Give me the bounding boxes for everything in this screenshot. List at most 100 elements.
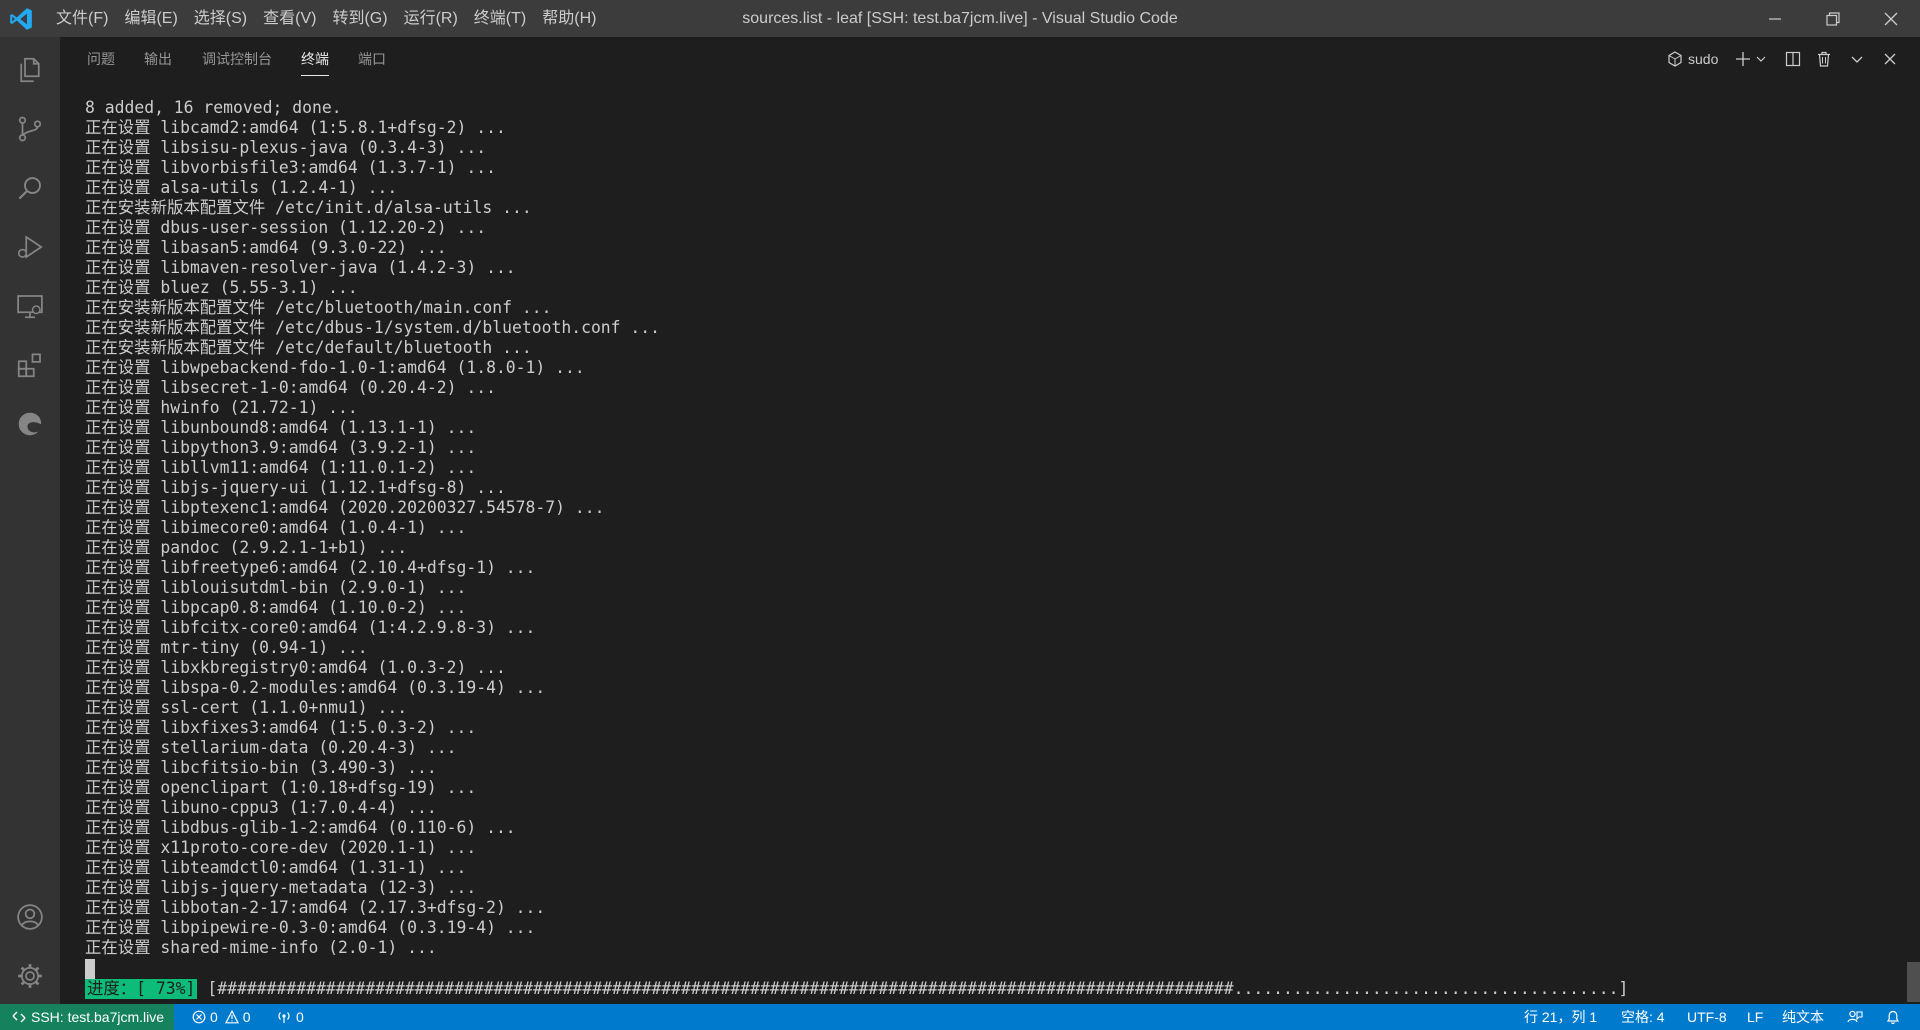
notifications-button[interactable] — [1885, 1004, 1901, 1030]
restore-icon — [1826, 11, 1840, 26]
terminal-line: 正在设置 stellarium-data (0.20.4-3) ... — [85, 738, 457, 757]
terminal-cursor — [85, 959, 95, 979]
settings-gear-icon — [18, 964, 42, 988]
terminal-line: 正在设置 libpcap0.8:amd64 (1.10.0-2) ... — [85, 598, 467, 617]
restore-button[interactable] — [1804, 0, 1862, 37]
terminal-line: 正在安装新版本配置文件 /etc/default/bluetooth ... — [85, 338, 532, 357]
menu-terminal[interactable]: 终端(T) — [466, 0, 534, 37]
menu-selection[interactable]: 选择(S) — [186, 0, 255, 37]
progress-label: 进度：[ 73%] — [85, 979, 198, 999]
activity-explorer[interactable] — [0, 42, 60, 98]
activity-remote-explorer[interactable] — [0, 278, 60, 334]
remote-icon — [12, 1011, 26, 1023]
status-bar: SSH: test.ba7jcm.live 0 0 0 行 21，列 1 空格:… — [0, 1004, 1920, 1030]
terminal-line: 正在设置 bluez (5.55-3.1) ... — [85, 278, 358, 297]
terminal-line: 正在设置 libcamd2:amd64 (1:5.8.1+dfsg-2) ... — [85, 118, 506, 137]
menu-edit[interactable]: 编辑(E) — [116, 0, 185, 37]
terminal-instance-selector[interactable]: sudo — [1667, 45, 1718, 73]
activity-edge[interactable] — [0, 396, 60, 452]
activity-source-control[interactable] — [0, 101, 60, 157]
terminal-line: 正在安装新版本配置文件 /etc/dbus-1/system.d/bluetoo… — [85, 318, 661, 337]
remote-explorer-icon — [17, 295, 43, 319]
menu-bar: 文件(F) 编辑(E) 选择(S) 查看(V) 转到(G) 运行(R) 终端(T… — [48, 0, 604, 37]
split-terminal-button[interactable] — [1782, 45, 1804, 73]
new-terminal-button[interactable] — [1733, 45, 1753, 73]
terminal-line: 正在设置 libuno-cppu3 (1:7.0.4-4) ... — [85, 798, 437, 817]
terminal-line: 正在设置 x11proto-core-dev (2020.1-1) ... — [85, 838, 477, 857]
language-mode[interactable]: 纯文本 — [1782, 1004, 1824, 1030]
terminal-line: 8 added, 16 removed; done. — [85, 98, 342, 117]
account-icon — [17, 904, 43, 930]
terminal-line: 正在设置 pandoc (2.9.2.1-1+b1) ... — [85, 538, 408, 557]
trash-icon — [1818, 51, 1830, 67]
explorer-icon — [20, 57, 40, 83]
terminal-launch-profile-dropdown[interactable] — [1754, 45, 1768, 73]
terminal-line: 正在设置 libxkbregistry0:amd64 (1.0.3-2) ... — [85, 658, 506, 677]
broadcast-icon — [278, 1012, 290, 1023]
run-debug-icon — [17, 235, 43, 259]
menu-help[interactable]: 帮助(H) — [534, 0, 604, 37]
terminal-line: 正在设置 ssl-cert (1.1.0+nmu1) ... — [85, 698, 408, 717]
activity-extensions[interactable] — [0, 337, 60, 393]
terminal-process-icon — [1668, 51, 1682, 67]
tab-problems[interactable]: 问题 — [87, 37, 115, 82]
tab-debug-console[interactable]: 调试控制台 — [202, 37, 272, 82]
feedback-button[interactable] — [1847, 1004, 1863, 1030]
tab-output[interactable]: 输出 — [144, 37, 172, 82]
terminal-line: 正在设置 shared-mime-info (2.0-1) ... — [85, 938, 437, 957]
error-count: 0 — [210, 1009, 218, 1025]
close-window-button[interactable] — [1862, 0, 1920, 37]
tab-terminal[interactable]: 终端 — [301, 37, 329, 82]
search-icon — [18, 177, 41, 200]
problems-indicator[interactable]: 0 0 — [192, 1004, 251, 1030]
edge-icon — [18, 412, 42, 436]
panel-header: 问题 输出 调试控制台 终端 端口 sudo — [60, 37, 1920, 82]
menu-run[interactable]: 运行(R) — [396, 0, 466, 37]
close-icon — [1884, 53, 1896, 65]
terminal-line: 正在设置 openclipart (1:0.18+dfsg-19) ... — [85, 778, 477, 797]
terminal-line: 正在设置 libunbound8:amd64 (1.13.1-1) ... — [85, 418, 477, 437]
minimize-button[interactable] — [1746, 0, 1804, 37]
close-panel-button[interactable] — [1880, 45, 1900, 73]
activity-run-debug[interactable] — [0, 219, 60, 275]
menu-view[interactable]: 查看(V) — [255, 0, 324, 37]
bell-icon — [1886, 1010, 1900, 1024]
terminal-line: 正在设置 mtr-tiny (0.94-1) ... — [85, 638, 368, 657]
minimize-icon — [1769, 17, 1781, 20]
indentation-indicator[interactable]: 空格: 4 — [1621, 1004, 1665, 1030]
terminal-line: 正在安装新版本配置文件 /etc/bluetooth/main.conf ... — [85, 298, 552, 317]
remote-indicator[interactable]: SSH: test.ba7jcm.live — [0, 1004, 175, 1030]
apt-progress-line: 进度：[ 73%] [#############################… — [85, 979, 1628, 999]
maximize-panel-button[interactable] — [1847, 45, 1867, 73]
error-icon — [192, 1010, 206, 1024]
activity-manage[interactable] — [0, 948, 60, 1004]
encoding-indicator[interactable]: UTF-8 — [1687, 1004, 1727, 1030]
activity-accounts[interactable] — [0, 889, 60, 945]
terminal-line: 正在设置 libimecore0:amd64 (1.0.4-1) ... — [85, 518, 467, 537]
terminal-name: sudo — [1688, 51, 1719, 67]
terminal-line: 正在设置 liblouisutdml-bin (2.9.0-1) ... — [85, 578, 467, 597]
split-icon — [1785, 51, 1801, 67]
kill-terminal-button[interactable] — [1813, 45, 1835, 73]
source-control-icon — [18, 116, 42, 142]
eol-indicator[interactable]: LF — [1747, 1004, 1763, 1030]
vscode-logo-icon — [10, 8, 32, 30]
menu-file[interactable]: 文件(F) — [48, 0, 116, 37]
terminal-line: 正在设置 alsa-utils (1.2.4-1) ... — [85, 178, 398, 197]
terminal-line: 正在设置 libsecret-1-0:amd64 (0.20.4-2) ... — [85, 378, 496, 397]
tab-ports[interactable]: 端口 — [358, 37, 386, 82]
activity-search[interactable] — [0, 160, 60, 216]
terminal-line: 正在设置 libjs-jquery-ui (1.12.1+dfsg-8) ... — [85, 478, 506, 497]
terminal-output[interactable]: 8 added, 16 removed; done. 正在设置 libcamd2:… — [85, 98, 1885, 958]
terminal-line: 正在设置 libdbus-glib-1-2:amd64 (0.110-6) ..… — [85, 818, 516, 837]
chevron-down-icon — [1756, 56, 1766, 62]
plus-icon — [1736, 52, 1750, 66]
ports-indicator[interactable]: 0 — [276, 1004, 304, 1030]
terminal-line: 正在设置 libvorbisfile3:amd64 (1.3.7-1) ... — [85, 158, 496, 177]
terminal-scrollbar[interactable] — [1907, 962, 1920, 1002]
cursor-position[interactable]: 行 21，列 1 — [1524, 1004, 1597, 1030]
close-icon — [1884, 12, 1898, 25]
terminal-line: 正在设置 libxfixes3:amd64 (1:5.0.3-2) ... — [85, 718, 477, 737]
menu-go[interactable]: 转到(G) — [324, 0, 395, 37]
terminal-line: 正在设置 libmaven-resolver-java (1.4.2-3) ..… — [85, 258, 516, 277]
